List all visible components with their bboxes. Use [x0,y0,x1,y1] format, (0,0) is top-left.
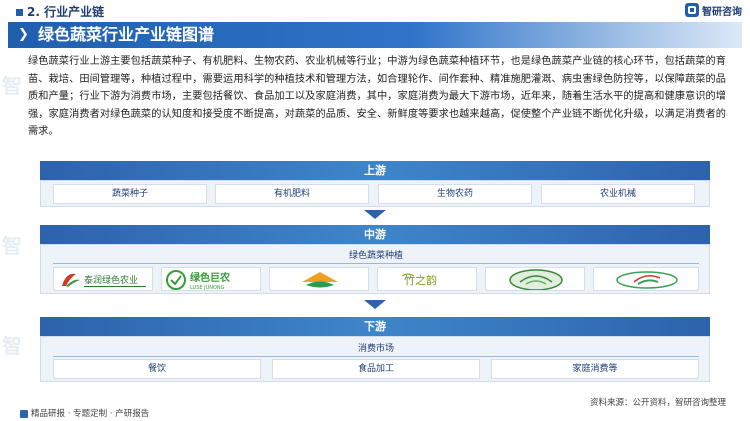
intro-paragraph: 绿色蔬菜行业上游主要包括蔬菜种子、有机肥料、生物农药、农业机械等行业；中游为绿色… [28,56,726,138]
source-note: 资料来源：公开资料，智研咨询整理 [589,398,726,408]
downstream-sublabel: 消费市场 [357,344,394,354]
arrow-down-icon [364,210,386,219]
upstream-item: 生物农药 [378,184,532,204]
downstream-label: 下游 [364,320,386,333]
midstream-panel: 绿色蔬菜种植 泰润绿色农业 绿色巨农 LUSE JUNONG 竹之韵 [40,244,710,294]
arrow-down-icon [364,300,386,309]
downstream-item: 餐饮 [53,359,261,379]
footer-left-text: 精品研报 · 专题定制 · 产研报告 [31,409,150,419]
brand-mini-icon [20,409,28,418]
house-leaf-logo-icon [302,272,338,288]
watermark: 智 [2,74,22,98]
green-swoosh-logo-icon [616,271,678,289]
upstream-item: 农业机械 [541,184,695,204]
company-logo-6 [593,267,699,291]
divider [53,263,699,264]
divider [53,356,699,357]
downstream-item: 家庭消费等 [491,359,699,379]
leaf-logo-icon: 泰润绿色农业 [62,273,146,287]
company-logo-2-subtext: LUSE JUNONG [190,285,225,291]
midstream-label: 中游 [364,228,386,241]
company-logo-2-text: 绿色巨农 [190,271,230,284]
watermark: 智 [2,334,22,358]
company-logo-1-text: 泰润绿色农业 [84,274,138,286]
company-logo-4: 竹之韵 [377,267,477,291]
round-seal-logo-icon [509,269,563,290]
junong-logo-icon: 绿色巨农 LUSE JUNONG [166,270,230,291]
page-title-banner: ❯ 绿色蔬菜行业产业链图谱 [8,22,742,48]
page-title: 绿色蔬菜行业产业链图谱 [38,25,215,44]
section-title: 2. 行业产业链 [16,3,104,20]
section-title-text: 2. 行业产业链 [27,5,105,19]
company-logo-3 [269,267,369,291]
watermark: 智 [2,234,22,258]
footer-left: 精品研报 · 专题定制 · 产研报告 [20,407,149,419]
company-logo-5 [485,267,585,291]
bamboo-logo-icon: 竹之韵 [401,273,437,287]
chevron-right-icon: ❯ [18,27,29,42]
brand-logo-icon [685,3,699,17]
upstream-header: 上游 [40,161,710,181]
brand-logo: 智研咨询 [685,2,742,18]
company-logo-4-text: 竹之韵 [404,273,437,287]
upstream-panel: 蔬菜种子 有机肥料 生物农药 农业机械 [40,180,710,207]
company-logo-1: 泰润绿色农业 [53,267,153,291]
upstream-label: 上游 [364,164,386,177]
downstream-item: 食品加工 [272,359,480,379]
downstream-panel: 消费市场 餐饮 食品加工 家庭消费等 [40,336,710,382]
footer: 精品研报 · 专题定制 · 产研报告 资料来源：公开资料，智研咨询整理 [0,398,750,421]
brand-logo-text: 智研咨询 [702,6,742,18]
upstream-item: 蔬菜种子 [53,184,207,204]
midstream-sublabel: 绿色蔬菜种植 [348,251,403,261]
bullet-icon [16,9,23,16]
company-logo-2: 绿色巨农 LUSE JUNONG [161,267,261,291]
top-bar: 2. 行业产业链 智研咨询 [0,0,750,20]
midstream-header: 中游 [40,225,710,245]
downstream-header: 下游 [40,317,710,337]
upstream-item: 有机肥料 [215,184,369,204]
